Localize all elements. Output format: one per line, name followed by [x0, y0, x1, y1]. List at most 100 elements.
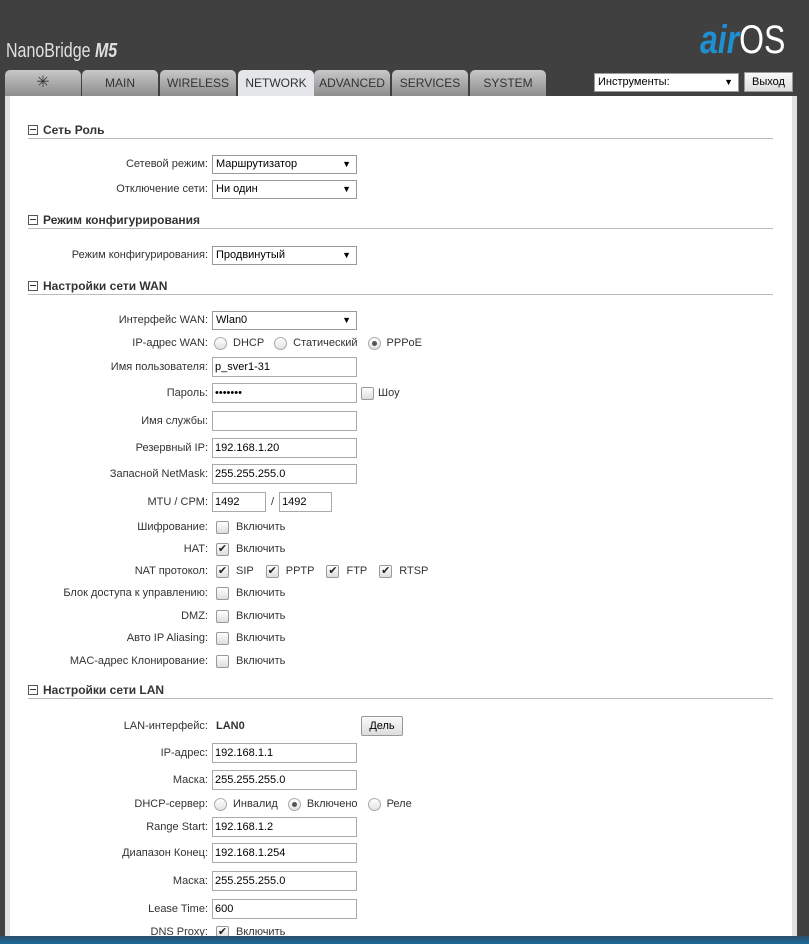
collapse-icon[interactable] — [28, 125, 38, 135]
section-wan[interactable]: Настройки сети WAN — [28, 279, 773, 295]
lan-ip-label: IP-адрес: — [160, 747, 208, 759]
config-mode-label: Режим конфигурирования: — [71, 249, 208, 261]
dhcp-mask-input[interactable]: 255.255.255.0 — [212, 871, 357, 891]
radio-static[interactable] — [274, 336, 288, 350]
password-input[interactable]: ••••••• — [212, 383, 357, 403]
fallback-netmask-input[interactable]: 255.255.255.0 — [212, 464, 357, 484]
disable-network-select[interactable]: Ни один ▼ — [212, 179, 357, 199]
config-mode-value: Продвинутый — [216, 248, 285, 261]
show-password-checkbox[interactable] — [361, 386, 374, 400]
radio-pppoe[interactable] — [367, 336, 381, 350]
mac-clone-checkbox[interactable] — [216, 654, 229, 668]
radio-dhcp-label: DHCP — [233, 337, 265, 349]
radio-dhcp-enabled[interactable] — [287, 797, 301, 811]
service-name-input[interactable] — [212, 411, 357, 431]
tools-select[interactable]: Инструменты: ▼ — [594, 73, 739, 92]
block-management-label: Блок доступа к управлению: — [63, 587, 208, 599]
tab-services[interactable]: SERVICES — [392, 70, 468, 96]
brand-model: M5 — [94, 40, 118, 62]
password-label: Пароль: — [166, 387, 208, 399]
lan-ip-input[interactable]: 192.168.1.1 — [212, 743, 357, 763]
section-title: Режим конфигурирования — [43, 213, 201, 227]
radio-dhcp-relay-label: Реле — [386, 798, 412, 810]
mtu-input[interactable]: 1492 — [212, 492, 266, 512]
nat-ftp-checkbox[interactable]: ✔ — [326, 564, 340, 578]
wan-interface-select[interactable]: Wlan0 ▼ — [212, 310, 357, 330]
logo-air: air — [700, 18, 740, 62]
tab-advanced[interactable]: ADVANCED — [314, 70, 390, 96]
nat-ftp-label: FTP — [346, 565, 368, 577]
enable-label: Включить — [236, 587, 286, 599]
device-brand: NanoBridge M5 — [6, 40, 117, 63]
config-mode-select[interactable]: Продвинутый ▼ — [212, 245, 357, 265]
block-management-checkbox[interactable] — [216, 586, 229, 600]
encryption-checkbox[interactable] — [216, 520, 229, 534]
logout-button[interactable]: Выход — [744, 72, 793, 92]
radio-pppoe-label: PPPoE — [386, 337, 423, 349]
tab-ubnt-logo[interactable]: ✳ — [5, 70, 81, 96]
enable-label: Включить — [236, 632, 286, 644]
radio-dhcp[interactable] — [214, 336, 227, 350]
network-mode-value: Маршрутизатор — [216, 157, 298, 170]
section-config-mode[interactable]: Режим конфигурирования — [28, 213, 773, 229]
nat-rtsp-label: RTSP — [399, 565, 429, 577]
enable-label: Включить — [236, 655, 286, 667]
nat-label: НАТ: — [183, 543, 208, 555]
collapse-icon[interactable] — [28, 685, 38, 695]
chevron-down-icon: ▼ — [724, 77, 733, 87]
tools-value: Инструменты: — [598, 76, 670, 88]
auto-ip-aliasing-label: Авто IP Aliasing: — [126, 632, 208, 644]
nat-pptp-checkbox[interactable]: ✔ — [265, 564, 279, 578]
chevron-down-icon: ▼ — [342, 183, 351, 194]
dhcp-mask-label: Маска: — [172, 875, 208, 887]
section-lan[interactable]: Настройки сети LAN — [28, 683, 773, 699]
range-start-input[interactable]: 192.168.1.2 — [212, 817, 357, 837]
lease-time-input[interactable]: 600 — [212, 899, 357, 919]
network-mode-select[interactable]: Маршрутизатор ▼ — [212, 154, 357, 174]
chevron-down-icon: ▼ — [342, 158, 351, 169]
chevron-down-icon: ▼ — [342, 314, 351, 325]
radio-dhcp-disabled[interactable] — [214, 797, 227, 811]
mru-input[interactable]: 1492 — [279, 492, 333, 512]
fallback-ip-input[interactable]: 192.168.1.20 — [212, 438, 357, 458]
lan-mask-input[interactable]: 255.255.255.0 — [212, 770, 357, 790]
fallback-ip-label: Резервный IP: — [135, 442, 208, 454]
section-title: Настройки сети WAN — [43, 279, 168, 293]
collapse-icon[interactable] — [28, 281, 38, 291]
logo-os: OS — [739, 18, 786, 62]
nat-sip-checkbox[interactable]: ✔ — [216, 564, 229, 578]
split-button[interactable]: Дель — [361, 716, 403, 736]
dhcp-server-label: DHCP-сервер: — [134, 798, 208, 810]
username-input[interactable]: p_sver1-31 — [212, 357, 357, 377]
brand-name: NanoBridge — [6, 40, 91, 62]
nat-checkbox[interactable]: ✔ — [216, 542, 229, 556]
radio-dhcp-disabled-label: Инвалид — [233, 798, 278, 810]
tab-system[interactable]: SYSTEM — [470, 70, 546, 96]
enable-label: Включить — [236, 543, 286, 555]
range-end-input[interactable]: 192.168.1.254 — [212, 843, 357, 863]
radio-dhcp-relay[interactable] — [367, 797, 381, 811]
range-start-label: Range Start: — [146, 821, 208, 833]
os-taskbar — [0, 936, 809, 944]
disable-network-label: Отключение сети: — [116, 183, 208, 195]
section-title: Сеть Роль — [43, 123, 105, 137]
wan-interface-value: Wlan0 — [216, 313, 248, 326]
wan-ip-label: IP-адрес WAN: — [132, 337, 208, 349]
lan-interface-value: LAN0 — [216, 720, 245, 732]
chevron-down-icon: ▼ — [342, 249, 351, 260]
nat-rtsp-checkbox[interactable]: ✔ — [379, 564, 393, 578]
tab-wireless[interactable]: WIRELESS — [160, 70, 236, 96]
tab-main[interactable]: MAIN — [82, 70, 158, 96]
airos-logo: airOS — [700, 18, 785, 63]
collapse-icon[interactable] — [28, 215, 38, 225]
mtu-label: MTU / CPM: — [147, 496, 209, 508]
section-network-role[interactable]: Сеть Роль — [28, 123, 773, 139]
auto-ip-aliasing-checkbox[interactable] — [216, 631, 229, 645]
nat-sip-label: SIP — [236, 565, 254, 577]
fallback-netmask-label: Запасной NetMask: — [109, 468, 208, 480]
network-mode-label: Сетевой режим: — [125, 158, 208, 170]
tab-network[interactable]: NETWORK — [238, 70, 314, 96]
lan-interface-label: LAN-интерфейс: — [123, 720, 208, 732]
show-password-label: Шоу — [378, 387, 400, 399]
dmz-checkbox[interactable] — [216, 609, 229, 623]
